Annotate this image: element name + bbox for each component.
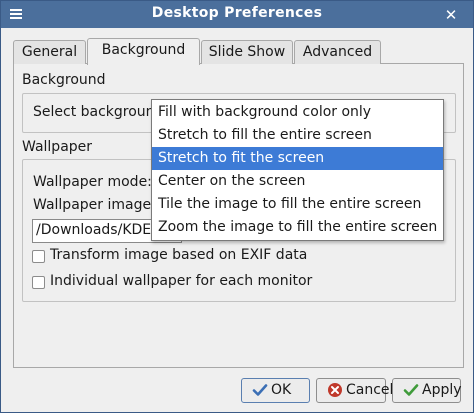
per-monitor-checkbox[interactable]	[32, 276, 45, 289]
title-bar[interactable]: Desktop Preferences ✕	[1, 1, 473, 28]
window-title: Desktop Preferences	[151, 5, 323, 21]
exif-checkbox-label: Transform image based on EXIF data	[50, 247, 308, 263]
wallpaper-mode-label: Wallpaper mode:	[33, 174, 152, 190]
cancel-button[interactable]: Cancel	[316, 378, 393, 403]
exif-checkbox[interactable]	[32, 250, 45, 263]
apply-button[interactable]: Apply	[392, 378, 462, 403]
tab-general[interactable]: General	[13, 40, 86, 64]
wallpaper-heading: Wallpaper	[22, 139, 93, 155]
background-heading: Background	[22, 72, 106, 88]
cancel-button-label: Cancel	[346, 382, 394, 398]
dropdown-option-selected[interactable]: Stretch to fit the screen	[152, 147, 443, 170]
apply-button-label: Apply	[422, 382, 462, 398]
tab-background[interactable]: Background	[87, 38, 200, 65]
dropdown-option[interactable]: Zoom the image to fill the entire screen	[152, 216, 443, 239]
dropdown-option[interactable]: Center on the screen	[152, 170, 443, 193]
checkmark-icon	[252, 384, 268, 396]
preferences-window: Desktop Preferences ✕ Background Select …	[0, 0, 474, 413]
background-mode-dropdown-list[interactable]: Fill with background color only Stretch …	[151, 99, 444, 241]
cancel-icon	[328, 383, 342, 397]
tab-advanced[interactable]: Advanced	[294, 40, 381, 64]
per-monitor-checkbox-label: Individual wallpaper for each monitor	[50, 273, 313, 289]
tab-slide-show[interactable]: Slide Show	[201, 40, 293, 64]
ok-button-label: OK	[271, 382, 292, 398]
dropdown-option[interactable]: Tile the image to fill the entire screen	[152, 193, 443, 216]
select-background-label: Select background	[33, 104, 164, 120]
apply-checkmark-icon	[403, 384, 419, 396]
ok-button[interactable]: OK	[241, 378, 310, 403]
dropdown-option[interactable]: Stretch to fill the entire screen	[152, 124, 443, 147]
close-icon[interactable]: ✕	[441, 6, 461, 24]
dropdown-option[interactable]: Fill with background color only	[152, 101, 443, 124]
